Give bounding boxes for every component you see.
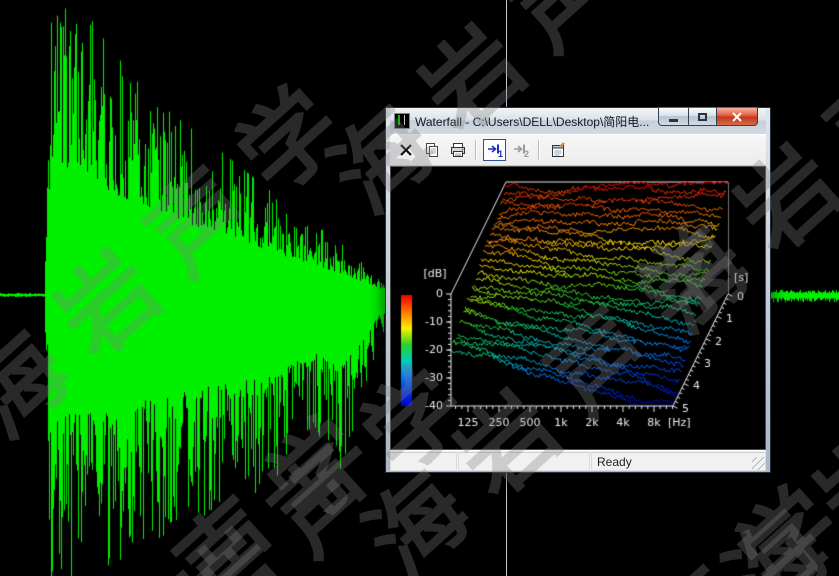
- window-controls: [658, 107, 758, 126]
- title-bar[interactable]: Waterfall - C:\Users\DELL\Desktop\简阳电...: [390, 108, 766, 134]
- maximize-icon: [698, 113, 707, 121]
- status-text: Ready: [591, 452, 766, 471]
- status-pane: [458, 452, 590, 471]
- toolbar-separator: [475, 140, 477, 160]
- minimize-icon: [669, 119, 678, 122]
- copy-icon: [424, 142, 440, 158]
- delete-icon: [399, 143, 413, 157]
- screen: Waterfall - C:\Users\DELL\Desktop\简阳电...: [0, 0, 839, 576]
- toolbar: 1 2: [390, 134, 766, 166]
- close-button[interactable]: [716, 107, 758, 126]
- plot-area: [390, 166, 766, 450]
- print-icon: [450, 142, 466, 158]
- properties-button[interactable]: [546, 139, 569, 161]
- toolbar-separator: [538, 140, 540, 160]
- print-button[interactable]: [446, 139, 469, 161]
- close-icon: [731, 111, 743, 123]
- import-2-label: 2: [524, 150, 529, 159]
- import-2-button[interactable]: 2: [509, 139, 532, 161]
- maximize-button[interactable]: [688, 107, 716, 126]
- properties-icon: [550, 142, 566, 158]
- delete-button[interactable]: [394, 139, 417, 161]
- minimize-button[interactable]: [658, 107, 688, 126]
- import-1-button[interactable]: 1: [483, 139, 506, 161]
- import-1-label: 1: [498, 150, 503, 159]
- resize-grip[interactable]: [752, 457, 765, 470]
- waterfall-window: Waterfall - C:\Users\DELL\Desktop\简阳电...: [385, 107, 771, 473]
- waterfall-chart: [391, 167, 766, 449]
- copy-button[interactable]: [420, 139, 443, 161]
- window-title: Waterfall - C:\Users\DELL\Desktop\简阳电...: [415, 113, 649, 130]
- status-bar: Ready: [390, 450, 766, 471]
- app-icon: [394, 113, 410, 129]
- status-pane: [390, 452, 457, 471]
